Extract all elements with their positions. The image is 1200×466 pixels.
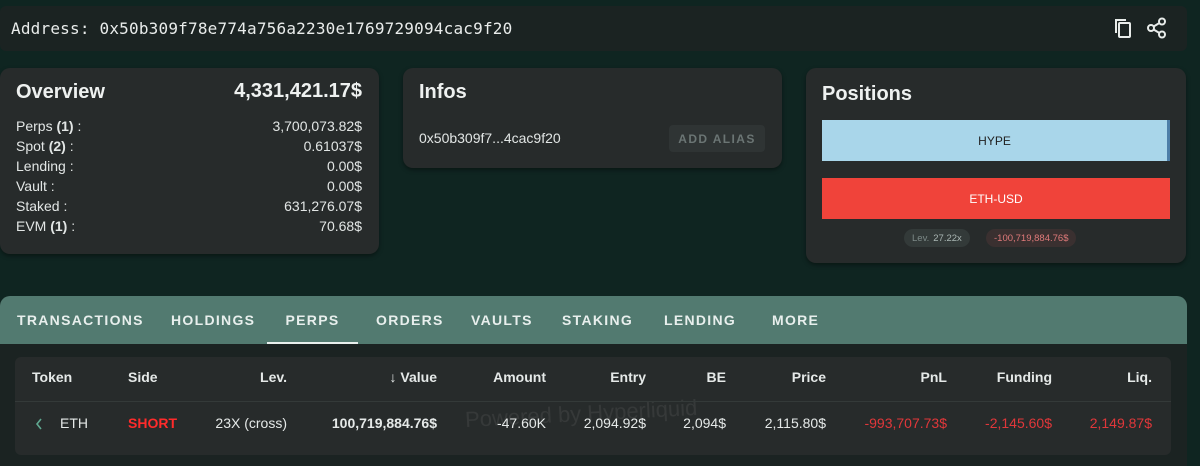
overview-row-count: (1) [50,218,68,234]
column-header-entry[interactable]: Entry [566,369,646,385]
infos-title: Infos [419,81,467,103]
overview-row-suffix: : [65,138,74,154]
overview-row-staked: Staked : 631,276.07$ [16,198,362,218]
tab-lending[interactable]: LENDING [664,296,736,344]
overview-row-value: 3,700,073.82$ [272,118,362,134]
tab-vaults[interactable]: VAULTS [471,296,533,344]
overview-total: 4,331,421.17$ [234,80,362,102]
positions-title: Positions [822,83,913,105]
address-bar: Address: 0x50b309f78e774a756a2230e176972… [0,6,1187,51]
overview-row-label: Staked : [16,198,68,214]
overview-row-suffix: : [67,218,76,234]
add-alias-button[interactable]: ADD ALIAS [669,125,765,152]
tab-holdings[interactable]: HOLDINGS [171,296,255,344]
leverage-chip: Lev. 27.22x [904,229,970,247]
arrow-down-icon: ↓ [389,369,397,385]
pnl-chip: -100,719,884.76$ [986,229,1077,247]
column-header-be[interactable]: BE [666,369,726,385]
overview-row-label: EVM [16,218,47,234]
column-header-value[interactable]: ↓ Value [355,369,437,385]
overview-row-vault: Vault : 0.00$ [16,178,362,198]
overview-row-value: 0.61037$ [303,138,362,154]
overview-row-label: Spot [16,138,45,154]
column-header-value-label: Value [400,369,437,385]
column-header-amount[interactable]: Amount [466,369,546,385]
expand-row-icon[interactable] [35,417,43,433]
overview-row-perps: Perps (1) : 3,700,073.82$ [16,118,362,138]
overview-row-evm: EVM (1) : 70.68$ [16,218,362,238]
column-header-funding[interactable]: Funding [972,369,1052,385]
cell-value: 100,719,884.76$ [331,415,437,431]
overview-row-count: (1) [56,118,74,134]
overview-row-lending: Lending : 0.00$ [16,158,362,178]
overview-row-label: Lending : [16,158,74,174]
column-header-liq[interactable]: Liq. [1072,369,1152,385]
overview-title: Overview [16,81,105,103]
overview-card: Overview 4,331,421.17$ Perps (1) : 3,700… [0,68,379,254]
copy-icon[interactable] [1111,16,1135,40]
positions-card: Positions HYPE ETH-USD Lev. 27.22x -100,… [806,68,1186,263]
overview-row-value: 0.00$ [326,158,362,174]
leverage-value: 27.22x [933,232,962,244]
column-header-lev[interactable]: Lev. [215,369,287,385]
row-divider [15,401,1171,402]
overview-row-value: 70.68$ [319,218,362,234]
tab-bar: TRANSACTIONS HOLDINGS PERPS ORDERS VAULT… [0,296,1187,344]
overview-row-value: 631,276.07$ [284,198,362,214]
overview-row-count: (2) [48,138,66,154]
cell-pnl: -993,707.73$ [864,415,947,431]
cell-funding: -2,145.60$ [985,415,1052,431]
overview-row-spot: Spot (2) : 0.61037$ [16,138,362,158]
leverage-label: Lev. [912,232,930,244]
tab-staking[interactable]: STAKING [562,296,633,344]
tab-orders[interactable]: ORDERS [376,296,444,344]
tab-more[interactable]: MORE [772,296,819,344]
cell-be: 2,094$ [683,415,726,431]
tab-transactions[interactable]: TRANSACTIONS [17,296,144,344]
infos-short-address: 0x50b309f7...4cac9f20 [419,130,561,146]
column-header-token[interactable]: Token [32,369,72,385]
cell-side: SHORT [128,415,177,431]
cell-lev: 23X (cross) [215,415,287,431]
share-icon[interactable] [1145,16,1169,40]
position-bar-hype[interactable]: HYPE [822,120,1170,161]
position-bar-eth-usd[interactable]: ETH-USD [822,178,1170,219]
cell-entry: 2,094.92$ [583,415,646,431]
cell-liq: 2,149.87$ [1089,415,1152,431]
column-header-side[interactable]: Side [128,369,158,385]
column-header-price[interactable]: Price [746,369,826,385]
infos-card: Infos 0x50b309f7...4cac9f20 ADD ALIAS [403,68,782,168]
overview-row-label: Vault : [16,178,55,194]
cell-amount: -47.60K [496,415,546,431]
column-header-pnl[interactable]: PnL [867,369,947,385]
perps-panel: TRANSACTIONS HOLDINGS PERPS ORDERS VAULT… [0,296,1187,466]
cell-price: 2,115.80$ [764,415,826,431]
overview-row-label: Perps [16,118,53,134]
perps-table: Powered by Hyperliquid Token Side Lev. ↓… [15,357,1171,455]
overview-row-suffix: : [73,118,82,134]
overview-row-value: 0.00$ [326,178,362,194]
address-text: Address: 0x50b309f78e774a756a2230e176972… [11,19,513,38]
cell-token: ETH [60,415,88,431]
tab-perps[interactable]: PERPS [267,296,358,344]
